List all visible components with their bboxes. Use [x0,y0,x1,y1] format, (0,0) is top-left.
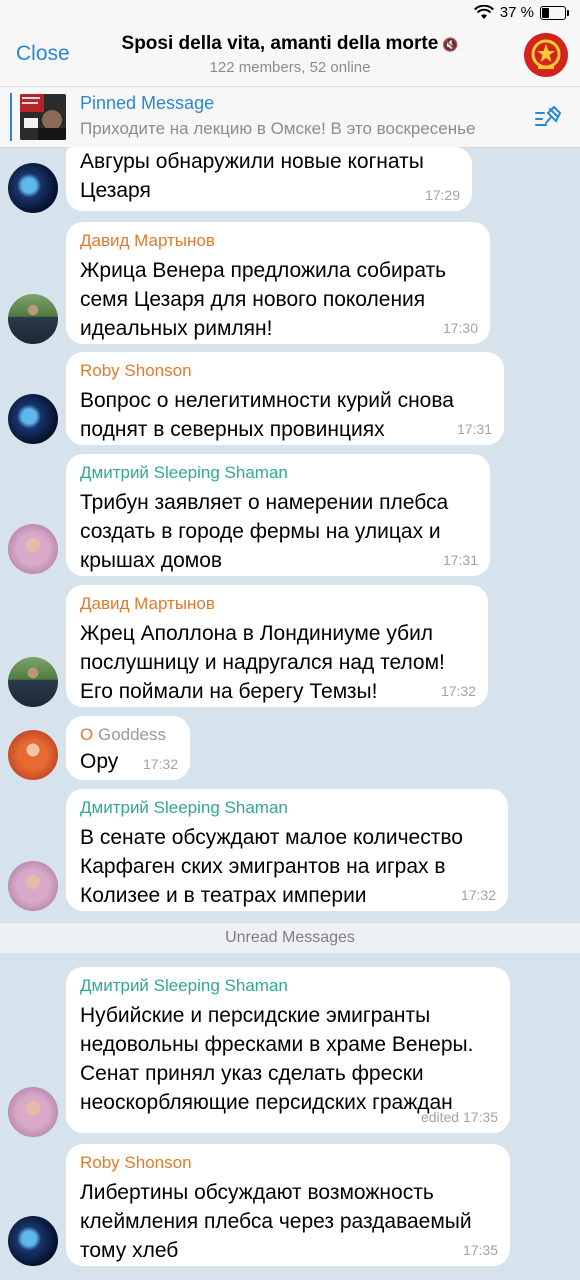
sender-name[interactable]: Давид Мартынов [80,230,476,252]
avatar[interactable] [8,394,58,444]
sender-name[interactable]: Давид Мартынов [80,593,474,615]
message-text: Вопрос о нелегитимности курий снова подн… [80,389,454,441]
unread-divider: Unread Messages [0,923,580,953]
avatar[interactable] [8,1216,58,1266]
chat-title-text: Sposi della vita, amanti della morte [121,33,439,54]
message-time: 17:30 [442,320,478,336]
chat-header: Close Sposi della vita, amanti della mor… [0,26,580,86]
message-bubble[interactable]: Дмитрий Sleeping Shaman Нубийские и перс… [66,967,510,1133]
avatar[interactable] [8,524,58,574]
sender-name[interactable]: Дмитрий Sleeping Shaman [80,462,476,484]
message-time: 17:32 [440,683,476,699]
message-text: Жрица Венера предложила собирать семя Це… [80,259,447,340]
avatar[interactable] [8,730,58,780]
avatar[interactable] [8,1087,58,1137]
message-bubble[interactable]: Давид Мартынов Жрица Венера предложила с… [66,222,490,344]
message-list[interactable]: Авгуры обнаружили новые когнаты Цезаря 1… [0,147,580,1280]
message-time: edited 17:35 [420,1109,498,1125]
pin-list-icon[interactable] [534,105,562,131]
avatar[interactable] [8,294,58,344]
message-bubble[interactable]: Roby Shonson Либертины обсуждают возможн… [66,1144,510,1266]
pinned-thumbnail [20,94,66,140]
sender-name[interactable]: Дмитрий Sleeping Shaman [80,975,496,997]
battery-icon [540,5,569,20]
muted-icon: 🔇 [442,37,459,52]
status-bar: 37 % [0,0,580,26]
chat-subtitle: 122 members, 52 online [209,59,371,76]
wifi-icon [473,5,494,19]
status-icons: 37 % [473,4,569,21]
pinned-title: Pinned Message [80,93,215,113]
sender-name[interactable]: Roby Shonson [80,360,490,382]
message-bubble[interactable]: Авгуры обнаружили новые когнаты Цезаря 1… [66,147,472,211]
message-time: 17:32 [142,756,178,772]
sender-name[interactable]: O Goddess [80,724,176,746]
message-bubble[interactable]: Дмитрий Sleeping Shaman Трибун заявляет … [66,454,490,576]
pinned-text: Приходите на лекцию в Омске! В это воскр… [80,119,476,138]
pinned-accent-bar [10,93,12,141]
message-bubble[interactable]: Дмитрий Sleeping Shaman В сенате обсужда… [66,789,508,911]
message-time: 17:35 [462,1242,498,1258]
sender-name[interactable]: Дмитрий Sleeping Shaman [80,797,494,819]
message-time: 17:32 [460,887,496,903]
message-time: 17:31 [456,421,492,437]
message-text: Авгуры обнаружили новые когнаты Цезаря [80,150,424,202]
message-text: Либертины обсуждают возможность клеймлен… [80,1181,472,1262]
message-bubble[interactable]: Roby Shonson Вопрос о нелегитимности кур… [66,352,504,445]
sender-name[interactable]: Roby Shonson [80,1152,496,1174]
pinned-message[interactable]: Pinned Message Приходите на лекцию в Омс… [0,86,580,148]
message-text: Нубийские и персидские эмигранты недовол… [80,1004,474,1114]
avatar[interactable] [8,657,58,707]
avatar[interactable] [8,163,58,213]
avatar[interactable] [8,861,58,911]
message-text: В сенате обсуждают малое количество Карф… [80,826,463,907]
message-time: 17:31 [442,552,478,568]
message-text: Жрец Аполлона в Лондиниуме убил послушни… [80,622,445,703]
sender-label: Goddess [97,725,167,744]
message-text: Трибун заявляет о намерении плебса созда… [80,491,449,572]
group-avatar[interactable] [524,33,568,77]
emblem-icon [524,33,568,77]
message-bubble[interactable]: Давид Мартынов Жрец Аполлона в Лондиниум… [66,585,488,707]
sender-prefix: O [80,725,94,744]
message-bubble[interactable]: O Goddess Ору 17:32 [66,716,190,780]
chat-title[interactable]: Sposi della vita, amanti della morte 🔇 [0,33,580,55]
message-time: 17:29 [424,187,460,203]
battery-percent: 37 % [499,4,534,21]
